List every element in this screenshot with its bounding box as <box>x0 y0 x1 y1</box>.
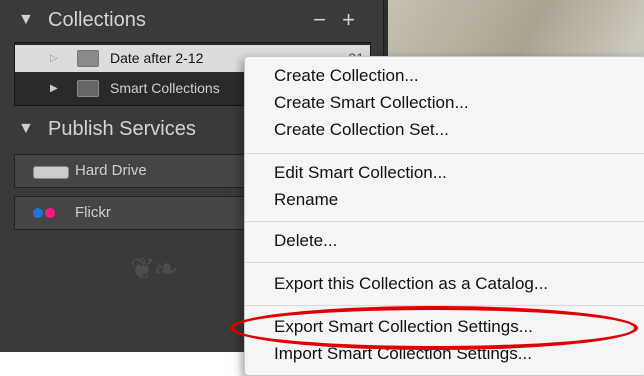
collapse-triangle-icon[interactable]: ▼ <box>18 4 34 36</box>
disclosure-triangle-icon[interactable]: ▷ <box>50 45 58 72</box>
collapse-triangle-icon[interactable]: ▼ <box>18 113 34 145</box>
publish-service-label: Flickr <box>75 204 111 221</box>
add-collection-icon[interactable]: + <box>342 7 355 32</box>
disclosure-triangle-icon[interactable]: ▶ <box>50 75 58 102</box>
menu-item-export-catalog[interactable]: Export this Collection as a Catalog... <box>274 274 548 294</box>
smart-collection-icon <box>77 50 99 67</box>
collection-label: Date after 2-12 <box>110 50 204 66</box>
menu-separator <box>245 262 644 263</box>
menu-item-import-smart-collection-settings[interactable]: Import Smart Collection Settings... <box>274 344 532 364</box>
collections-header[interactable]: ▼ Collections − + <box>0 4 383 36</box>
menu-item-rename[interactable]: Rename <box>274 190 338 210</box>
publish-service-label: Hard Drive <box>75 162 147 179</box>
flickr-icon <box>33 208 43 218</box>
menu-separator <box>245 221 644 222</box>
menu-item-create-smart-collection[interactable]: Create Smart Collection... <box>274 93 469 113</box>
menu-item-delete[interactable]: Delete... <box>274 231 337 251</box>
flickr-icon-dot <box>45 208 55 218</box>
publish-services-title: Publish Services <box>48 118 196 140</box>
menu-item-create-collection-set[interactable]: Create Collection Set... <box>274 120 449 140</box>
menu-separator <box>245 153 644 154</box>
menu-item-create-collection[interactable]: Create Collection... <box>274 66 419 86</box>
panel-end-ornament-icon: ❦❧ <box>130 253 178 286</box>
collection-set-icon <box>77 80 99 97</box>
menu-item-export-smart-collection-settings[interactable]: Export Smart Collection Settings... <box>274 317 533 337</box>
collections-title: Collections <box>48 9 146 31</box>
collections-actions: − + <box>303 4 355 36</box>
collection-set-label: Smart Collections <box>110 80 220 96</box>
hard-drive-icon <box>33 166 69 179</box>
menu-item-edit-smart-collection[interactable]: Edit Smart Collection... <box>274 163 447 183</box>
context-menu: Create Collection... Create Smart Collec… <box>244 56 644 376</box>
remove-collection-icon[interactable]: − <box>313 7 326 32</box>
menu-separator <box>245 305 644 306</box>
